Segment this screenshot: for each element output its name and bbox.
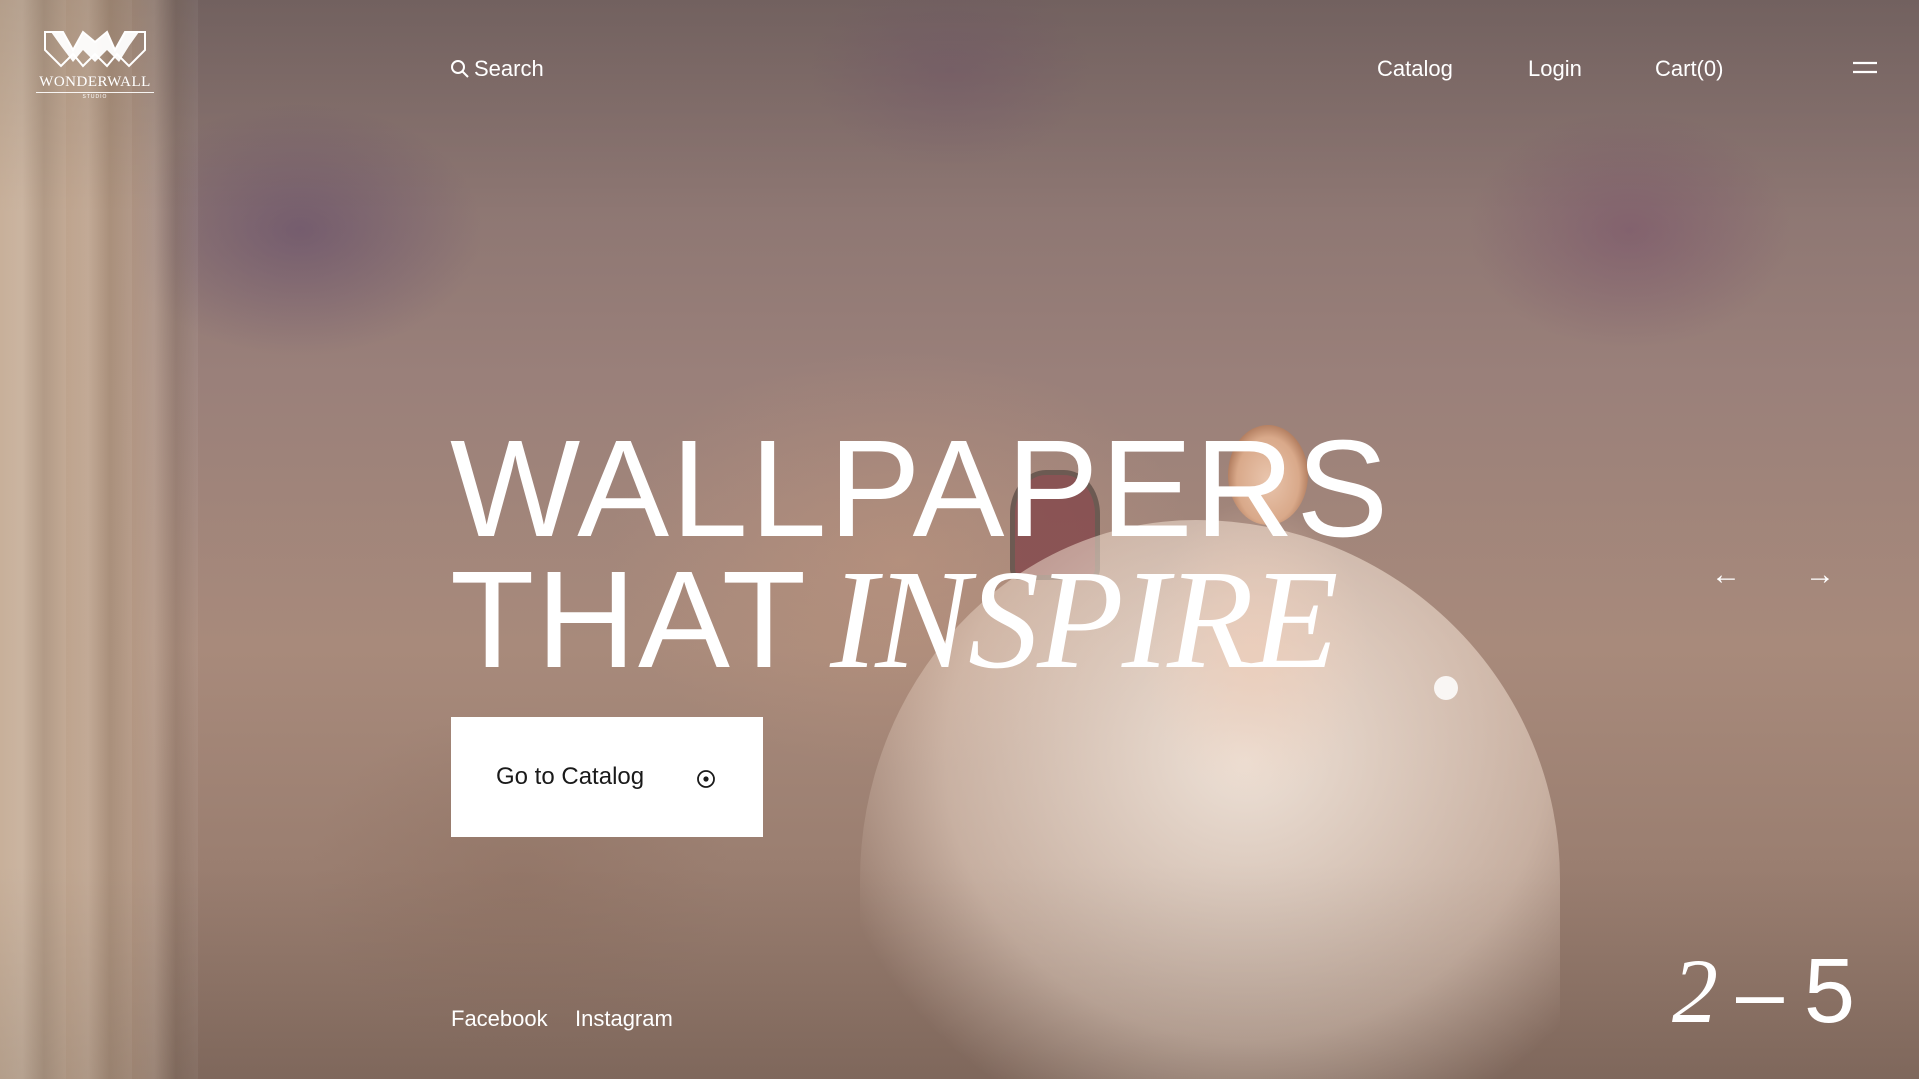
nav-catalog-link[interactable]: Catalog	[1377, 56, 1453, 82]
slider-hotspot-dot[interactable]	[1434, 676, 1458, 700]
brand-logo[interactable]: WONDERWALL STUDIO	[36, 28, 154, 100]
cta-label: Go to Catalog	[496, 763, 645, 790]
wonderwall-logo-icon	[44, 30, 146, 68]
slide-counter: 2 – 5	[1672, 945, 1855, 1037]
nav-login-link[interactable]: Login	[1528, 56, 1582, 82]
slider-next-arrow[interactable]: →	[1805, 560, 1835, 590]
headline-line2: THAT INSPIRE	[450, 548, 1390, 690]
hero-section: WONDERWALL STUDIO Search Catalog Login C…	[0, 0, 1919, 1079]
slide-current: 2	[1672, 940, 1718, 1042]
brand-sub: STUDIO	[82, 94, 108, 100]
search-label: Search	[474, 56, 544, 81]
slider-prev-arrow[interactable]: ←	[1711, 560, 1741, 590]
hero-headline: WALLPAPERS THAT INSPIRE	[450, 420, 1390, 690]
menu-icon[interactable]	[1851, 60, 1879, 76]
headline-inspire: INSPIRE	[830, 540, 1339, 698]
search-button[interactable]: Search	[450, 56, 544, 82]
target-icon	[697, 770, 715, 788]
nav-cart-link[interactable]: Cart(0)	[1655, 56, 1723, 82]
search-icon	[451, 60, 469, 78]
slide-total: 5	[1803, 940, 1856, 1042]
headline-line1: WALLPAPERS	[450, 412, 1391, 566]
slide-separator: –	[1736, 945, 1784, 1041]
headline-that: THAT	[450, 543, 809, 697]
brand-name: WONDERWALL	[36, 74, 154, 93]
go-to-catalog-button[interactable]: Go to Catalog	[451, 717, 763, 837]
instagram-link[interactable]: Instagram	[575, 1006, 673, 1032]
facebook-link[interactable]: Facebook	[451, 1006, 548, 1032]
